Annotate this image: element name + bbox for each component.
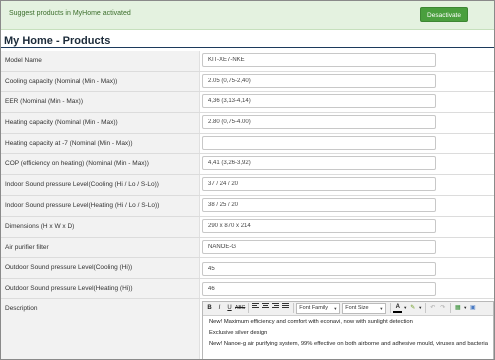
insert-image-icon[interactable]: ▣ xyxy=(468,303,477,313)
description-paragraph: Exclusive silver design xyxy=(209,329,268,336)
bold-button[interactable]: B xyxy=(205,303,214,313)
indoor-sound-cooling-input[interactable] xyxy=(202,176,436,191)
cop-input[interactable] xyxy=(202,155,436,170)
align-center-icon[interactable] xyxy=(261,303,270,313)
undo-icon[interactable]: ↶ xyxy=(428,303,437,313)
field-label: Dimensions (H x W x D) xyxy=(1,216,200,238)
cooling-capacity-input[interactable] xyxy=(202,73,436,88)
field-label: Indoor Sound pressure Level(Cooling (Hi … xyxy=(1,174,200,196)
field-row-air-purifier: Air purifier filter xyxy=(1,237,494,258)
field-label: Outdoor Sound pressure Level(Heating (Hi… xyxy=(1,278,200,299)
strikethrough-button[interactable]: ABC xyxy=(235,303,245,313)
heating-capacity-input[interactable] xyxy=(202,114,436,129)
chevron-down-icon[interactable]: ▼ xyxy=(418,303,422,313)
activation-notice: Suggest products in MyHome activated Des… xyxy=(1,1,494,30)
field-row-model-name: Model Name xyxy=(1,51,494,72)
chevron-down-icon: ▼ xyxy=(379,305,384,311)
toolbar-separator xyxy=(390,303,392,313)
chevron-down-icon[interactable]: ▼ xyxy=(403,303,407,313)
toolbar-separator xyxy=(425,303,427,313)
chevron-down-icon[interactable]: ▼ xyxy=(463,303,467,313)
eer-input[interactable] xyxy=(202,93,436,108)
field-label: Heating capacity at -7 (Nominal (Min - M… xyxy=(1,133,200,154)
align-justify-icon[interactable] xyxy=(281,303,290,313)
field-label: Outdoor Sound pressure Level(Cooling (Hi… xyxy=(1,257,200,279)
highlight-color-icon[interactable]: ✎ xyxy=(408,303,417,313)
heating-capacity-minus7-input[interactable] xyxy=(202,135,436,150)
editor-content[interactable]: New! Maximum efficiency and comfort with… xyxy=(203,316,493,348)
description-paragraph: New! Nanoe-g air purifying system, 99% e… xyxy=(209,340,488,347)
field-row-cooling-capacity: Cooling capacity (Nominal (Min - Max)) xyxy=(1,71,494,92)
deactivate-button[interactable]: Desactivate xyxy=(420,7,468,22)
field-row-outdoor-sound-cooling: Outdoor Sound pressure Level(Cooling (Hi… xyxy=(1,257,494,279)
field-label: Heating capacity (Nominal (Min - Max)) xyxy=(1,112,200,134)
air-purifier-input[interactable] xyxy=(202,239,436,254)
font-size-select[interactable]: Font Size ▼ xyxy=(342,302,387,314)
editor-toolbar: B I U ABC Font Family ▼ Font Size ▼ A ▼ … xyxy=(203,301,493,316)
field-label: Indoor Sound pressure Level(Heating (Hi … xyxy=(1,195,200,217)
field-label: Description xyxy=(1,298,200,359)
field-row-indoor-sound-heating: Indoor Sound pressure Level(Heating (Hi … xyxy=(1,195,494,217)
field-row-outdoor-sound-heating: Outdoor Sound pressure Level(Heating (Hi… xyxy=(1,278,494,299)
field-row-cop: COP (efficiency on heating) (Nominal (Mi… xyxy=(1,153,494,175)
font-family-select[interactable]: Font Family ▼ xyxy=(296,302,341,314)
align-left-icon[interactable] xyxy=(251,303,260,313)
field-row-indoor-sound-cooling: Indoor Sound pressure Level(Cooling (Hi … xyxy=(1,174,494,196)
title-divider xyxy=(1,47,494,48)
underline-button[interactable]: U xyxy=(225,303,234,313)
description-rich-text-editor[interactable]: B I U ABC Font Family ▼ Font Size ▼ A ▼ … xyxy=(202,300,494,359)
field-row-dimensions: Dimensions (H x W x D) xyxy=(1,216,494,238)
field-row-description: Description B I U ABC Font Family ▼ Font… xyxy=(1,298,494,359)
field-label: Cooling capacity (Nominal (Min - Max)) xyxy=(1,71,200,92)
italic-button[interactable]: I xyxy=(215,303,224,313)
redo-icon[interactable]: ↷ xyxy=(438,303,447,313)
toolbar-separator xyxy=(248,303,250,313)
text-color-button[interactable]: A xyxy=(393,303,403,313)
field-label: Model Name xyxy=(1,51,200,72)
field-row-heating-capacity-minus7: Heating capacity at -7 (Nominal (Min - M… xyxy=(1,133,494,154)
field-label: Air purifier filter xyxy=(1,237,200,258)
insert-table-icon[interactable]: ▦ xyxy=(453,303,462,313)
outdoor-sound-heating-input[interactable] xyxy=(202,281,436,296)
description-paragraph: New! Maximum efficiency and comfort with… xyxy=(209,318,413,325)
indoor-sound-heating-input[interactable] xyxy=(202,197,436,212)
toolbar-separator xyxy=(293,303,295,313)
field-row-eer: EER (Nominal (Min - Max)) xyxy=(1,91,494,113)
products-page: Suggest products in MyHome activated Des… xyxy=(0,0,495,360)
field-label: COP (efficiency on heating) (Nominal (Mi… xyxy=(1,153,200,175)
field-label: EER (Nominal (Min - Max)) xyxy=(1,91,200,113)
toolbar-separator xyxy=(450,303,452,313)
font-family-value: Font Family xyxy=(299,304,329,311)
dimensions-input[interactable] xyxy=(202,218,436,233)
field-row-heating-capacity: Heating capacity (Nominal (Min - Max)) xyxy=(1,112,494,134)
page-title: My Home - Products xyxy=(4,35,111,47)
font-size-value: Font Size xyxy=(345,304,369,311)
chevron-down-icon: ▼ xyxy=(333,305,338,311)
align-right-icon[interactable] xyxy=(271,303,280,313)
outdoor-sound-cooling-input[interactable] xyxy=(202,261,436,276)
model-name-input[interactable] xyxy=(202,53,436,67)
notice-message: Suggest products in MyHome activated xyxy=(9,10,131,17)
product-properties-table: Model Name Cooling capacity (Nominal (Mi… xyxy=(1,51,494,359)
